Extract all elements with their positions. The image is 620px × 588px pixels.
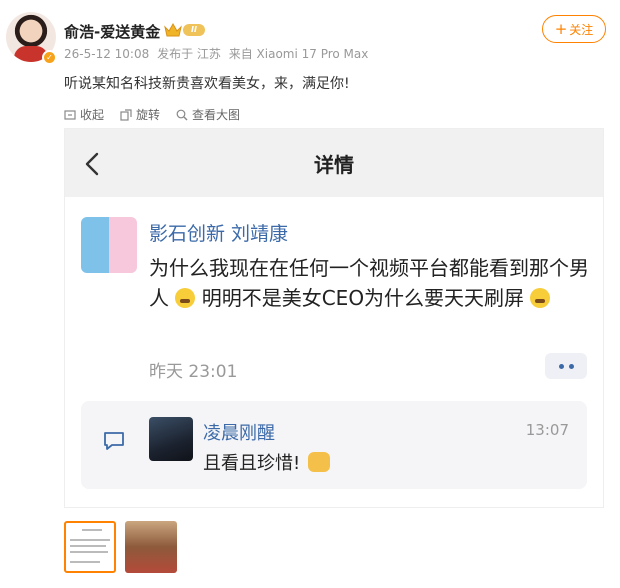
grimace-emoji-icon [530, 288, 551, 308]
plus-icon: + [554, 19, 568, 38]
comment-icon [104, 432, 124, 450]
post-body-part-2: 明明不是美女CEO为什么要天天刷屏 [201, 286, 525, 310]
rotate-button[interactable]: 旋转 [120, 106, 160, 123]
rotate-label: 旋转 [136, 108, 161, 122]
post-timestamp: 26-5-12 10:08 [64, 47, 150, 61]
post-meta: 26-5-12 10:08 发布于 江苏 来自 Xiaomi 17 Pro Ma… [64, 45, 372, 62]
screenshot-title: 详情 [314, 152, 354, 177]
cat-emoji-icon [308, 452, 331, 472]
author-avatar [81, 217, 137, 273]
rotate-icon [120, 108, 132, 121]
username[interactable]: 俞浩-爱送黄金 [64, 21, 160, 42]
collapse-label: 收起 [80, 108, 105, 122]
follow-button[interactable]: + 关注 [542, 15, 606, 43]
post-device: 来自 Xiaomi 17 Pro Max [228, 47, 369, 61]
back-arrow-icon [85, 152, 99, 176]
zoom-icon [176, 109, 188, 120]
post-text: 听说某知名科技新贵喜欢看美女，来，满足你! [64, 76, 350, 92]
image-toolbar: 收起 旋转 查看大图 [64, 106, 240, 123]
reply-name: 凌晨刚醒 [203, 423, 275, 444]
reply-box: 凌晨刚醒 13:07 且看且珍惜! [81, 401, 587, 489]
verified-badge-icon: ✓ [42, 50, 57, 65]
collapse-icon [64, 109, 76, 120]
more-options-icon [545, 353, 587, 379]
level-badge: II [183, 24, 205, 36]
reply-text-content: 且看且珍惜! [203, 453, 301, 474]
image-thumbnail-1[interactable] [64, 521, 116, 573]
image-thumbnail-2[interactable] [125, 521, 177, 573]
post-time: 昨天 23:01 [149, 362, 238, 382]
post-image[interactable]: 详情 影石创新 刘靖康 为什么我现在在任何一个视频平台都能看到那个男人 明明不是… [64, 128, 604, 508]
reply-avatar [149, 417, 193, 461]
follow-label: 关注 [569, 22, 594, 37]
view-large-label: 查看大图 [192, 108, 241, 122]
screenshot-header: 详情 [65, 129, 603, 197]
reply-time: 13:07 [525, 421, 569, 439]
post-body: 为什么我现在在任何一个视频平台都能看到那个男人 明明不是美女CEO为什么要天天刷… [149, 253, 589, 313]
view-large-button[interactable]: 查看大图 [176, 106, 240, 123]
crown-icon [164, 22, 182, 37]
grimace-emoji-icon [175, 288, 196, 308]
post-location: 发布于 江苏 [157, 47, 221, 61]
reply-text: 且看且珍惜! [203, 449, 331, 475]
post-author: 影石创新 刘靖康 [149, 223, 289, 245]
collapse-button[interactable]: 收起 [64, 106, 104, 123]
